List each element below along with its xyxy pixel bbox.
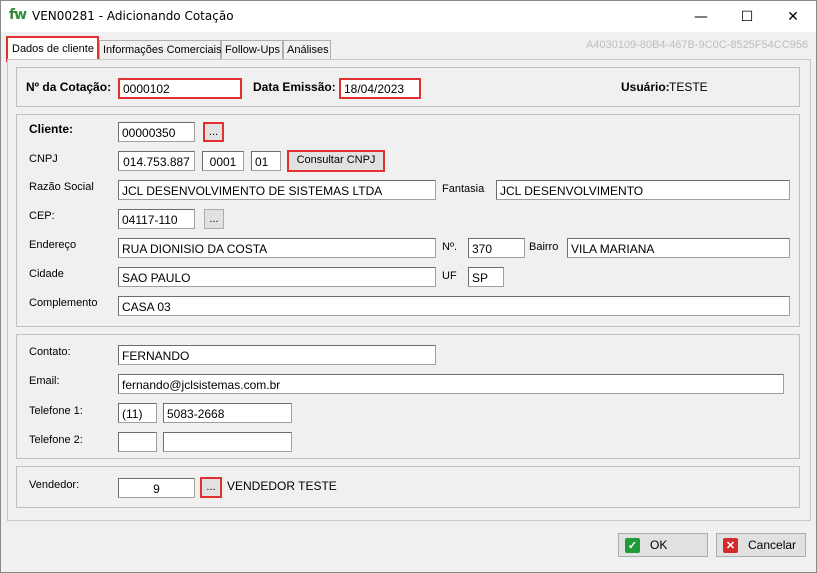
complemento-label: Complemento xyxy=(29,297,98,309)
vendedor-group: Vendedor: 9 ... VENDEDOR TESTE xyxy=(16,466,800,508)
cidade-field[interactable]: SAO PAULO xyxy=(118,267,436,287)
fantasia-field[interactable]: JCL DESENVOLVIMENTO xyxy=(496,180,790,200)
emissao-label: Data Emissão: xyxy=(253,80,336,94)
header-group: Nº da Cotação: 0000102 Data Emissão: 18/… xyxy=(16,67,800,107)
cancel-icon: ✕ xyxy=(723,537,738,553)
contato-field[interactable]: FERNANDO xyxy=(118,345,436,365)
window-title: VEN00281 - Adicionando Cotação xyxy=(32,9,234,23)
vendedor-code-field[interactable]: 9 xyxy=(118,478,195,498)
telefone2-label: Telefone 2: xyxy=(29,434,83,446)
cliente-group: Cliente: 00000350 ... CNPJ 014.753.887 0… xyxy=(16,114,800,327)
cliente-code-field[interactable]: 00000350 xyxy=(118,122,195,142)
cnpj-label: CNPJ xyxy=(29,153,58,165)
ok-label: OK xyxy=(650,538,668,552)
tab-follow-ups[interactable]: Follow-Ups xyxy=(221,40,283,61)
numero-label: Nº. xyxy=(442,241,458,253)
cancel-label: Cancelar xyxy=(748,538,797,552)
maximize-button[interactable]: ☐ xyxy=(724,1,770,32)
title-bar: fw VEN00281 - Adicionando Cotação — ☐ ✕ xyxy=(1,1,816,32)
telefone1-ddd-field[interactable]: (11) xyxy=(118,403,157,423)
cliente-label: Cliente: xyxy=(29,122,74,136)
cnpj-branch-field[interactable]: 0001 xyxy=(202,151,244,171)
cotacao-field[interactable]: 0000102 xyxy=(118,78,242,99)
consultar-cnpj-button[interactable]: Consultar CNPJ xyxy=(287,150,385,172)
uf-field[interactable]: SP xyxy=(468,267,504,287)
numero-field[interactable]: 370 xyxy=(468,238,525,258)
close-button[interactable]: ✕ xyxy=(770,1,816,32)
complemento-field[interactable]: CASA 03 xyxy=(118,296,790,316)
cnpj-root-field[interactable]: 014.753.887 xyxy=(118,151,195,171)
ok-button[interactable]: ✓ OK xyxy=(618,533,708,557)
telefone2-ddd-field[interactable] xyxy=(118,432,157,452)
bairro-field[interactable]: VILA MARIANA xyxy=(567,238,790,258)
tab-analises[interactable]: Análises xyxy=(283,40,331,61)
minimize-button[interactable]: — xyxy=(678,1,724,32)
contato-group: Contato: FERNANDO Email: fernando@jclsis… xyxy=(16,334,800,459)
cotacao-label: Nº da Cotação: xyxy=(26,80,112,94)
vendedor-lookup-button[interactable]: ... xyxy=(200,477,222,498)
record-guid: A4030109-80B4-467B-9C0C-8525F54CC956 xyxy=(586,39,808,51)
usuario-label: Usuário: xyxy=(621,80,670,94)
endereco-label: Endereço xyxy=(29,239,77,251)
checkmark-icon: ✓ xyxy=(625,537,640,553)
cidade-label: Cidade xyxy=(29,268,64,280)
bairro-label: Bairro xyxy=(529,241,559,253)
cliente-lookup-button[interactable]: ... xyxy=(203,122,224,142)
tab-strip: Dados de cliente Informações Comerciais … xyxy=(1,32,816,62)
uf-label: UF xyxy=(442,270,457,282)
vendedor-name: VENDEDOR TESTE xyxy=(227,479,337,493)
cnpj-digit-field[interactable]: 01 xyxy=(251,151,281,171)
cancel-button[interactable]: ✕ Cancelar xyxy=(716,533,806,557)
cep-field[interactable]: 04117-110 xyxy=(118,209,195,229)
dialog-window: fw VEN00281 - Adicionando Cotação — ☐ ✕ … xyxy=(0,0,817,573)
telefone1-label: Telefone 1: xyxy=(29,405,83,417)
app-logo: fw xyxy=(9,7,27,23)
fantasia-label: Fantasia xyxy=(442,183,485,195)
email-label: Email: xyxy=(29,375,60,387)
cep-label: CEP: xyxy=(29,210,55,222)
email-field[interactable]: fernando@jclsistemas.com.br xyxy=(118,374,784,394)
razao-social-label: Razão Social xyxy=(29,181,94,193)
tab-informacoes-comerciais[interactable]: Informações Comerciais xyxy=(99,40,222,61)
vendedor-label: Vendedor: xyxy=(29,479,80,491)
telefone2-number-field[interactable] xyxy=(163,432,292,452)
emissao-field[interactable]: 18/04/2023 xyxy=(339,78,421,99)
cep-lookup-button[interactable]: ... xyxy=(204,209,224,229)
telefone1-number-field[interactable]: 5083-2668 xyxy=(163,403,292,423)
usuario-value: TESTE xyxy=(669,80,708,94)
endereco-field[interactable]: RUA DIONISIO DA COSTA xyxy=(118,238,436,258)
contato-label: Contato: xyxy=(29,346,71,358)
tab-page-dados-cliente: Nº da Cotação: 0000102 Data Emissão: 18/… xyxy=(7,59,811,521)
razao-social-field[interactable]: JCL DESENVOLVIMENTO DE SISTEMAS LTDA xyxy=(118,180,436,200)
